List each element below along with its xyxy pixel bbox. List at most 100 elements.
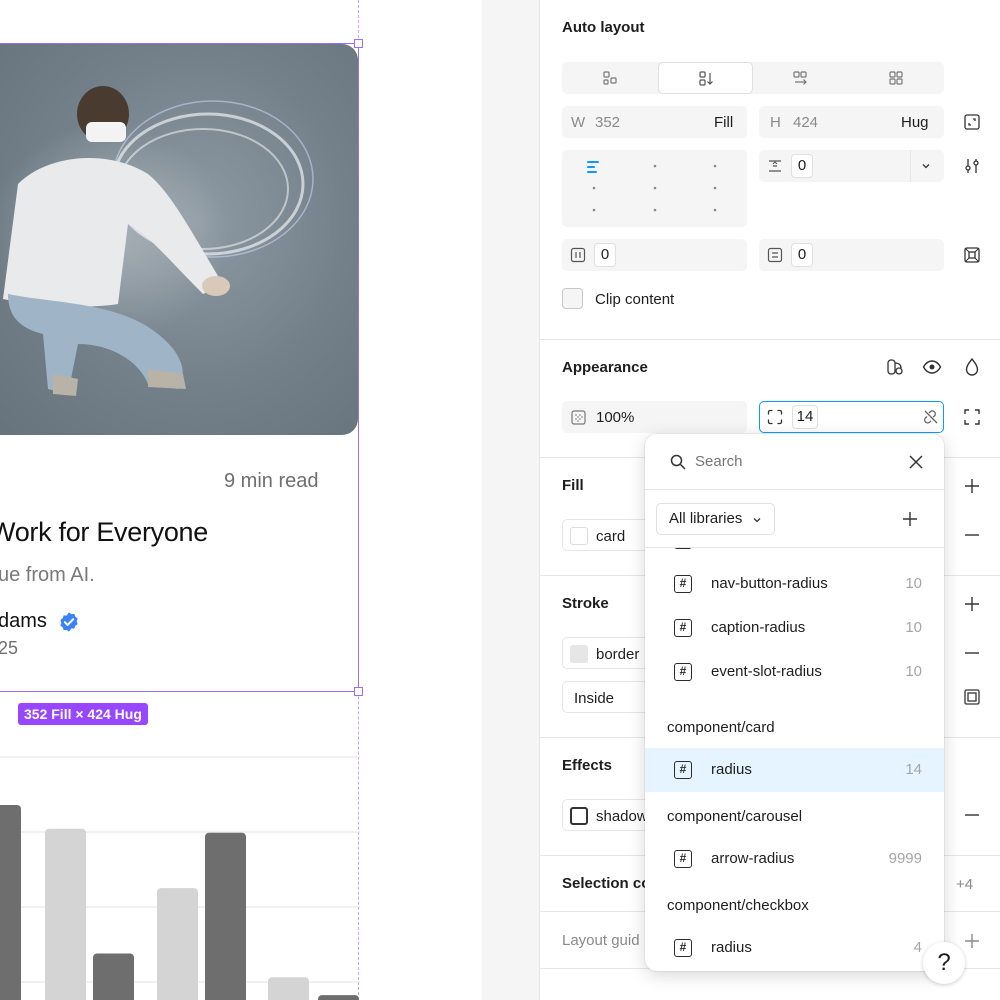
stroke-style-name: border [596,646,640,663]
verified-badge-icon [60,612,78,632]
corner-radius-value[interactable]: 14 [792,405,818,429]
alignment-grid[interactable] [562,150,747,227]
stroke-title: Stroke [562,595,609,612]
variable-value: 10 [905,619,922,636]
clip-content-checkbox[interactable] [562,288,583,309]
chart-bar [93,953,134,1000]
variant-modes-icon[interactable] [883,355,907,379]
layout-vertical-icon [699,71,713,86]
height-mode: Hug [901,114,929,131]
variable-item[interactable]: # caption-radius 10 [645,606,944,650]
fill-style-name: card [596,528,626,545]
padding-vertical-field[interactable]: 0 [759,239,944,271]
individual-padding-icon[interactable] [960,243,984,267]
create-variable-plus-icon[interactable] [901,510,919,528]
padding-horizontal-icon [570,247,586,263]
variable-name: event-slot-radius [711,663,822,680]
clip-content-label: Clip content [595,291,675,308]
variable-item[interactable]: # nav-button-radius 10 [645,562,944,606]
card-subtitle: ue from AI. [0,564,95,586]
gap-field[interactable]: 0 [759,150,944,182]
variable-group-header: component/card [667,719,775,736]
variable-name: nav-button-radius [711,575,828,592]
opacity-value: 100% [596,409,635,426]
variable-picker-popover: All libraries # radius 10 # nav-button-r… [645,434,944,971]
resize-handle-top-right[interactable] [354,39,363,48]
number-variable-icon: # [674,761,692,779]
card-title: Work for Everyone [0,517,208,547]
variable-name: radius [711,761,752,778]
add-fill-plus-icon[interactable] [960,474,984,498]
layout-vertical-button[interactable] [658,62,753,94]
corner-radius-field[interactable]: 14 [759,401,944,433]
chart-bar [45,828,86,1000]
padding-horizontal-value[interactable]: 0 [594,243,616,267]
chevron-down-icon[interactable] [921,161,931,171]
layout-horizontal-icon[interactable] [789,66,813,90]
variable-search-input[interactable] [695,448,885,474]
gap-icon [769,160,781,172]
layout-freeform-icon[interactable] [598,66,622,90]
fill-title: Fill [562,477,584,494]
selection-colors-count[interactable]: +4 [956,876,973,893]
width-mode: Fill [714,114,734,131]
library-select[interactable]: All libraries [656,503,776,535]
opacity-icon [571,410,586,425]
height-field[interactable]: H 424 Hug [759,106,944,138]
add-stroke-plus-icon[interactable] [960,592,984,616]
chart-bar [268,977,309,1000]
shadow-effect-icon [570,807,588,825]
height-label: H [770,114,781,131]
visibility-eye-icon[interactable] [920,355,944,379]
variable-item[interactable]: # event-slot-radius 10 [645,650,944,694]
design-canvas[interactable]: 9 min read Work for Everyone ue from AI.… [0,0,482,1000]
blend-mode-drop-icon[interactable] [960,355,984,379]
remove-stroke-minus-icon[interactable] [960,641,984,665]
selection-colors-title: Selection co [562,875,651,892]
opacity-field[interactable]: 100% [562,401,747,433]
variable-value: 14 [905,761,922,778]
variable-group-header: component/carousel [667,808,803,825]
independent-corners-icon[interactable] [960,405,984,429]
library-filter-row: All libraries [645,490,944,548]
height-value: 424 [793,114,819,131]
variable-value: 4 [913,939,922,956]
width-label: W [571,114,586,131]
stroke-sides-icon[interactable] [960,685,984,709]
bar-chart [0,756,360,1000]
add-layout-guide-plus-icon[interactable] [960,929,984,953]
remove-fill-minus-icon[interactable] [960,523,984,547]
gap-divider [910,150,911,182]
close-icon[interactable] [907,453,925,471]
resize-handle-bottom-right[interactable] [354,687,363,696]
variable-item[interactable]: # radius 4 [645,926,944,970]
detach-variable-icon[interactable] [923,409,939,425]
number-variable-icon: # [674,850,692,868]
number-variable-icon: # [674,548,692,549]
appearance-title: Appearance [562,359,648,376]
gap-value[interactable]: 0 [791,154,813,178]
size-badge: 352 Fill × 424 Hug [18,703,148,725]
selection-frame[interactable] [0,43,359,692]
number-variable-icon: # [674,619,692,637]
card-date: 25 [0,638,19,658]
corner-radius-icon [767,409,783,425]
variable-item[interactable]: # arrow-radius 9999 [645,837,944,881]
padding-vertical-value[interactable]: 0 [791,243,813,267]
chart-bar [318,995,359,1000]
width-field[interactable]: W 352 Fill [562,106,747,138]
variable-search-row [645,434,944,490]
layout-grid-icon[interactable] [884,66,908,90]
padding-horizontal-field[interactable]: 0 [562,239,747,271]
remove-effect-minus-icon[interactable] [960,803,984,827]
number-variable-icon: # [674,939,692,957]
layout-settings-icon[interactable] [960,154,984,178]
variable-item-selected[interactable]: # radius 14 [645,748,944,792]
layout-guide-title: Layout guid [562,932,640,949]
stroke-position-value: Inside [574,690,615,707]
resize-to-fit-icon[interactable] [960,110,984,134]
variable-item[interactable]: # radius 10 [645,548,944,562]
help-button[interactable]: ? [923,942,965,984]
alignment-dots-icon [587,161,717,212]
variable-value: 9999 [888,850,922,867]
